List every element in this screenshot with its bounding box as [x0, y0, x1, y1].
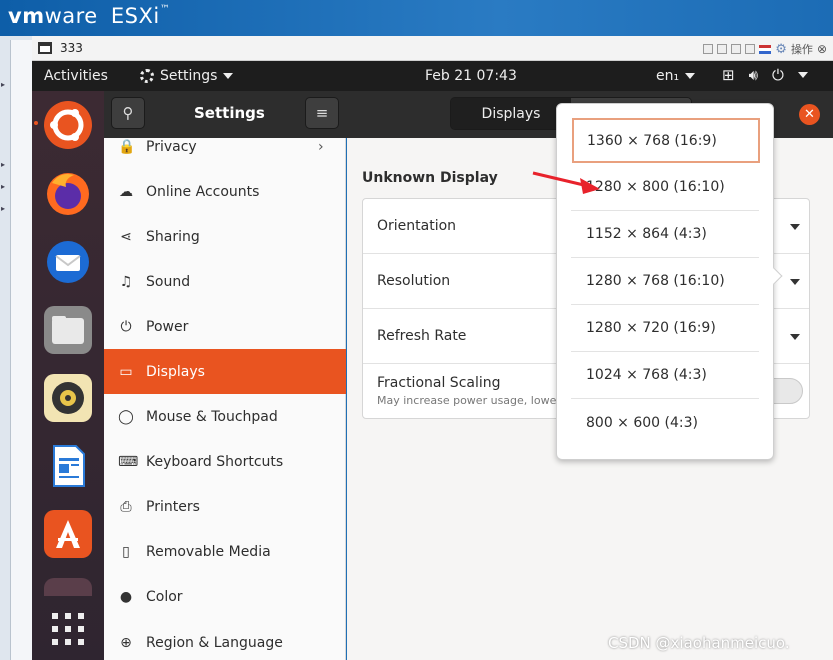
vmware-esxi-logo: vmware ESXi™ — [8, 4, 171, 28]
resolution-option[interactable]: 1280 × 768 (16:10) — [571, 258, 759, 305]
keyboard-flag-icon[interactable] — [759, 44, 772, 54]
tab-displays[interactable]: Displays — [451, 98, 571, 129]
input-language[interactable]: en₁ — [656, 68, 696, 84]
power-icon: ⏻ — [772, 66, 784, 84]
chevron-right-icon: › — [318, 138, 324, 155]
resolution-option[interactable]: 1280 × 720 (16:9) — [571, 305, 759, 352]
navigator-edge — [10, 40, 32, 660]
display-name-heading: Unknown Display — [362, 170, 498, 186]
resolution-option[interactable]: 1360 × 768 (16:9) — [572, 118, 760, 163]
activities-button[interactable]: Activities — [44, 68, 108, 84]
globe-icon: ⊕ — [120, 634, 132, 651]
sidebar-item-keyboard-shortcuts[interactable]: ⌨ Keyboard Shortcuts — [104, 439, 346, 484]
firefox-icon[interactable] — [44, 169, 92, 217]
app-menu-label: Settings — [160, 68, 218, 84]
expand-arrow-icon[interactable]: ▸ — [1, 204, 9, 214]
partial-dock-item-icon[interactable] — [44, 578, 92, 596]
running-indicator — [34, 121, 38, 125]
resolution-option[interactable]: 1280 × 800 (16:10) — [571, 164, 759, 211]
resolution-popover: 1360 × 768 (16:9) 1280 × 800 (16:10) 115… — [556, 103, 783, 460]
sidebar-item-privacy[interactable]: 🔒 Privacy › — [104, 124, 346, 169]
close-icon: ✕ — [804, 107, 815, 122]
esxi-header: vmware ESXi™ — [0, 0, 833, 36]
settings-sidebar: 🔒 Privacy › ☁ Online Accounts ⋖ Sharing … — [104, 138, 346, 660]
software-updater-icon[interactable] — [44, 101, 92, 149]
close-window-button[interactable]: ✕ — [799, 104, 820, 125]
sidebar-item-sound[interactable]: ♫ Sound — [104, 259, 346, 304]
chevron-down-icon — [685, 73, 696, 79]
expand-arrow-icon[interactable]: ▸ — [1, 160, 9, 170]
sidebar-item-printers[interactable]: ⎙ Printers — [104, 484, 346, 529]
cloud-icon: ☁ — [119, 183, 133, 200]
close-icon[interactable]: ⊗ — [817, 42, 827, 56]
expand-arrow-icon[interactable]: ▸ — [1, 80, 9, 90]
printer-icon: ⎙ — [120, 498, 132, 515]
menu-icon: ≡ — [315, 104, 329, 122]
chevron-down-icon — [790, 224, 800, 230]
keyboard-icon: ⌨ — [118, 453, 139, 470]
sidebar-item-color[interactable]: ● Color — [104, 574, 346, 619]
show-applications-icon[interactable] — [44, 605, 92, 653]
resolution-option[interactable]: 1152 × 864 (4:3) — [571, 211, 759, 258]
gear-icon — [140, 69, 154, 83]
resolution-option[interactable]: 800 × 600 (4:3) — [571, 399, 759, 446]
usb-icon: ▯ — [122, 543, 130, 560]
rhythmbox-icon[interactable] — [44, 374, 92, 422]
files-icon[interactable] — [44, 306, 92, 354]
sidebar-item-displays[interactable]: ▭ Displays — [104, 349, 346, 394]
window-control-icon[interactable] — [717, 44, 728, 54]
csdn-watermark: CSDN @xiaohanmeicuo. — [608, 634, 790, 652]
actions-menu-label[interactable]: 操作 — [791, 41, 813, 57]
power-icon: ⏻ — [120, 318, 132, 335]
gnome-top-bar: Activities Settings Feb 21 07:43 en₁ ⊞ 🔊… — [32, 61, 833, 91]
mouse-icon: ◯ — [118, 408, 134, 425]
system-tray[interactable]: ⊞ 🔊︎ ⏻ — [722, 66, 808, 84]
window-control-icon[interactable] — [731, 44, 742, 54]
sidebar-item-region-language[interactable]: ⊕ Region & Language — [104, 620, 346, 660]
share-icon: ⋖ — [120, 228, 132, 245]
monitor-icon: ▭ — [119, 363, 133, 380]
app-menu[interactable]: Settings — [140, 68, 234, 84]
chevron-down-icon — [790, 334, 800, 340]
sidebar-item-removable-media[interactable]: ▯ Removable Media — [104, 529, 346, 574]
actions-gear-icon[interactable]: ⚙ — [775, 42, 787, 57]
sidebar-item-online-accounts[interactable]: ☁ Online Accounts — [104, 169, 346, 214]
chevron-down-icon — [223, 73, 234, 79]
search-icon: ⚲ — [122, 104, 134, 122]
sidebar-title: Settings — [194, 104, 265, 122]
music-note-icon: ♫ — [119, 273, 133, 290]
volume-icon: 🔊︎ — [748, 66, 759, 84]
lock-icon: 🔒 — [118, 138, 136, 155]
thunderbird-icon[interactable] — [44, 238, 92, 286]
sidebar-item-power[interactable]: ⏻ Power — [104, 304, 346, 349]
sidebar-item-sharing[interactable]: ⋖ Sharing — [104, 214, 346, 259]
console-vm-name: 333 — [60, 41, 83, 55]
expand-arrow-icon[interactable]: ▸ — [1, 182, 9, 192]
esxi-navigator-panel: ▸ ▸ ▸ ▸ — [0, 36, 32, 660]
network-icon: ⊞ — [722, 66, 735, 84]
console-icon — [38, 42, 52, 54]
ubuntu-software-icon[interactable] — [44, 510, 92, 558]
window-control-icon[interactable] — [703, 44, 714, 54]
console-toolbar: ⚙ 操作 ⊗ — [703, 41, 827, 57]
chevron-down-icon — [797, 72, 808, 78]
console-window-titlebar: 333 ⚙ 操作 ⊗ — [32, 36, 833, 61]
color-icon: ● — [119, 588, 133, 605]
window-control-icon[interactable] — [745, 44, 756, 54]
sidebar-item-mouse-touchpad[interactable]: ◯ Mouse & Touchpad — [104, 394, 346, 439]
ubuntu-dock — [32, 91, 104, 660]
clock[interactable]: Feb 21 07:43 — [425, 68, 517, 84]
resolution-option[interactable]: 1024 × 768 (4:3) — [571, 352, 759, 399]
chevron-down-icon — [790, 279, 800, 285]
libreoffice-writer-icon[interactable] — [44, 442, 92, 490]
